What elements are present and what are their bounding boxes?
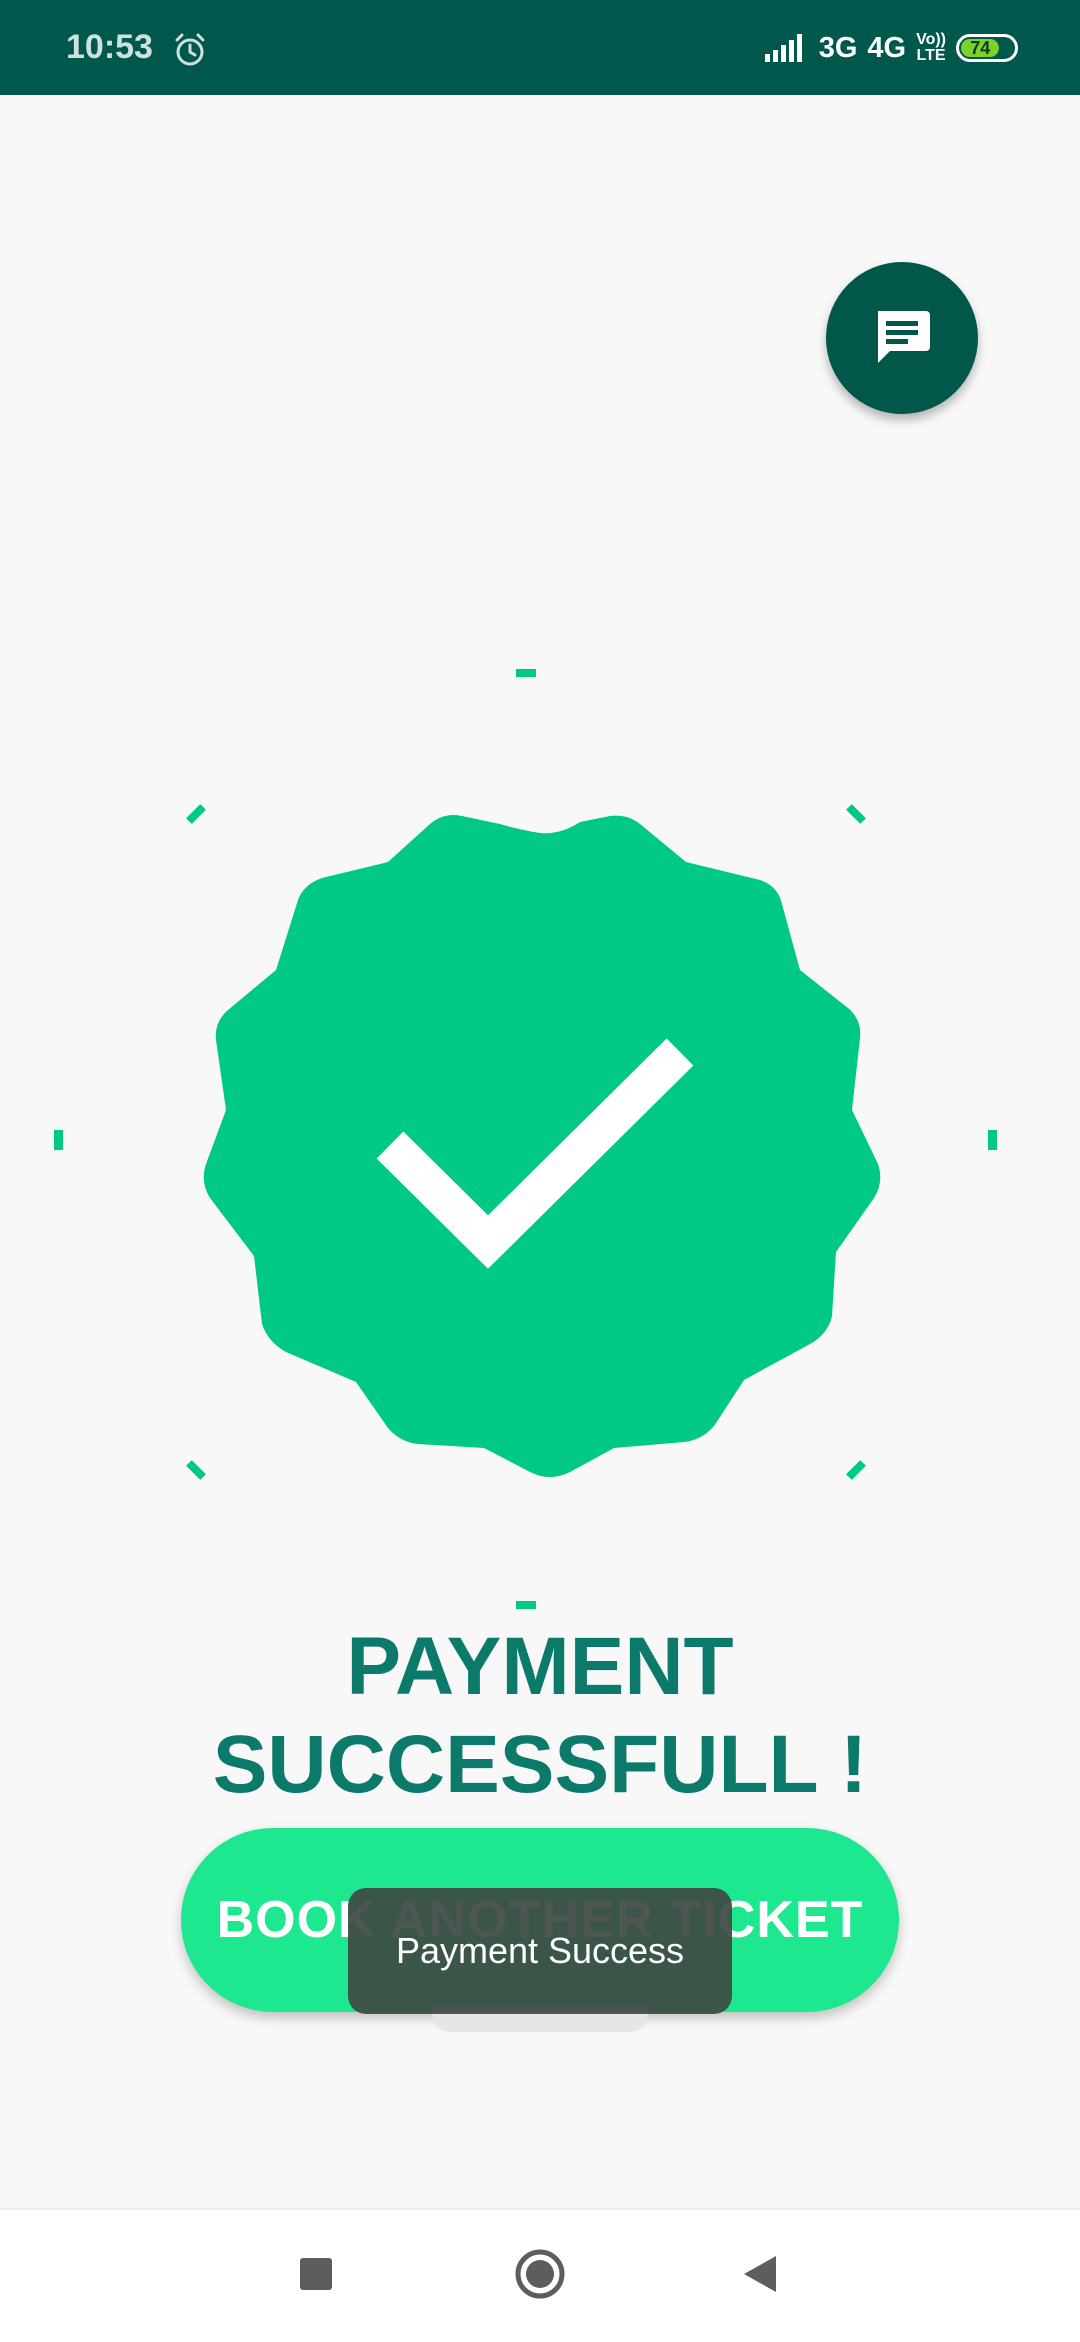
battery-level: 74 — [961, 38, 1000, 58]
signal-strength-icon — [764, 34, 802, 62]
badge-shape — [203, 815, 881, 1477]
success-badge — [54, 669, 997, 1609]
network-4g-label: 4G — [867, 31, 907, 64]
volte-indicator: Vo)) LTE — [916, 32, 946, 64]
back-icon[interactable] — [742, 2254, 778, 2294]
status-indicators: 3G 4G Vo)) LTE 74 — [764, 24, 1018, 72]
sparkle-mark — [516, 1601, 536, 1609]
recents-icon[interactable] — [300, 2258, 332, 2290]
toast-text: Payment Success — [395, 1930, 685, 1971]
sparkle-mark — [516, 669, 536, 677]
volte-bottom-label: LTE — [916, 47, 946, 64]
network-3g-label: 3G — [818, 31, 858, 64]
payment-success-title: PAYMENT SUCCESSFULL ! — [0, 1618, 1080, 1814]
title-line-2: SUCCESSFULL ! — [212, 1719, 868, 1810]
status-bar: 10:53 3G 4G Vo)) LTE 74 — [0, 0, 1080, 95]
sparkle-mark — [54, 1130, 63, 1150]
sparkle-mark — [988, 1130, 997, 1150]
sparkle-mark — [846, 1460, 866, 1480]
home-icon[interactable] — [514, 2248, 566, 2300]
sparkle-mark — [186, 804, 206, 824]
chat-icon — [878, 311, 930, 363]
sparkle-mark — [186, 1460, 206, 1480]
battery-icon: 74 — [956, 34, 1018, 62]
status-time: 10:53 — [66, 28, 153, 66]
sparkle-mark — [846, 804, 866, 824]
alarm-clock-icon — [175, 33, 205, 66]
volte-top-label: Vo)) — [916, 31, 946, 48]
toast-message: Payment Success — [348, 1888, 732, 2014]
system-navigation-bar — [0, 2208, 1080, 2342]
chat-button[interactable] — [826, 262, 978, 414]
title-line-1: PAYMENT — [346, 1621, 734, 1712]
